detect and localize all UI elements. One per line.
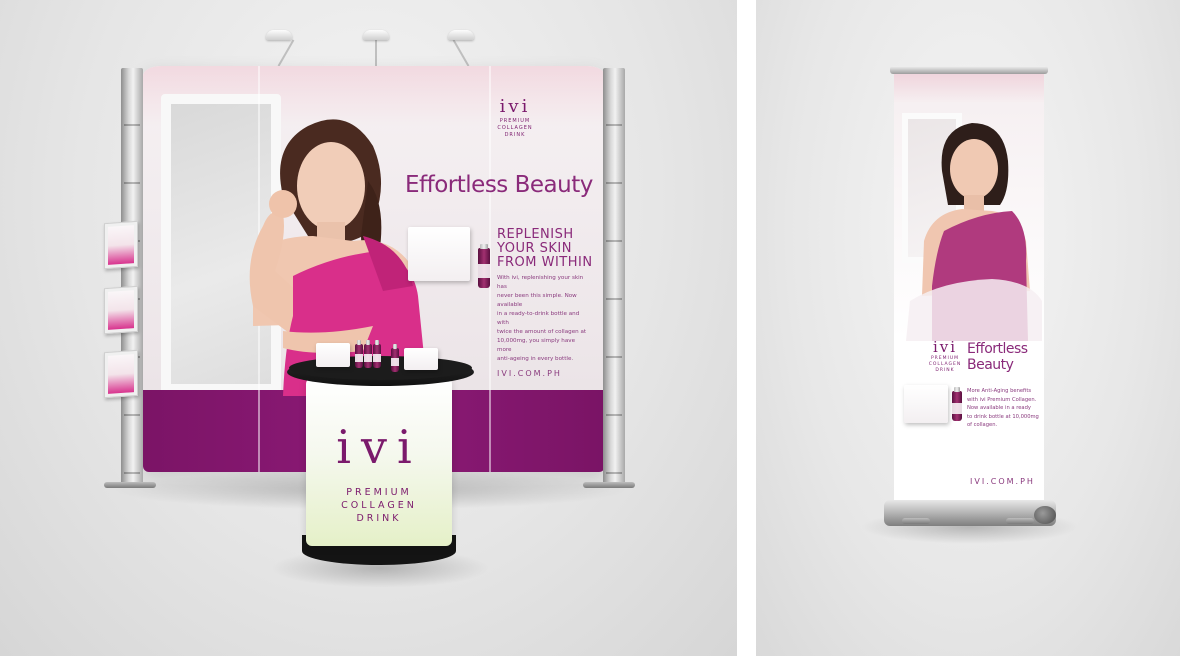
counter-product-box-right xyxy=(404,348,438,370)
banner-product-box xyxy=(904,385,948,423)
booth-logo-sub: PREMIUM COLLAGEN DRINK xyxy=(497,118,533,138)
booth-scene: ivi PREMIUM COLLAGEN DRINK Effortless Be… xyxy=(0,0,737,656)
banner-url: IVI.COM.PH xyxy=(970,477,1035,486)
booth-foot-left xyxy=(104,482,156,488)
banner-headline: Effortless Beauty xyxy=(967,341,1028,373)
banner-product-bottle xyxy=(952,387,962,421)
booth-headline: Effortless Beauty xyxy=(405,172,593,198)
booth-url: IVI.COM.PH xyxy=(497,369,562,378)
banner-foot-right xyxy=(1006,518,1034,524)
counter-bottle-4 xyxy=(391,344,399,372)
booth-tagline: REPLENISH YOUR SKIN FROM WITHIN xyxy=(497,227,593,270)
banner-top-light xyxy=(894,73,1044,103)
wall-mirror xyxy=(161,94,281,394)
brochure-rack-2 xyxy=(104,285,138,335)
booth-pole-right xyxy=(603,68,625,486)
banner-top-rail xyxy=(890,66,1048,74)
banner-logo-sub: PREMIUM COLLAGEN DRINK xyxy=(928,356,962,373)
booth-body-copy: With ivi, replenishing your skin has nev… xyxy=(497,275,587,362)
counter-logo-sub: PREMIUM COLLAGEN DRINK xyxy=(341,487,417,524)
brochure-rack-3 xyxy=(104,349,138,399)
wall-product-box xyxy=(408,227,470,281)
booth-foot-right xyxy=(583,482,635,488)
banner-logo: ivi xyxy=(932,338,958,356)
counter-bottle-3 xyxy=(373,340,381,368)
counter-product-box-left xyxy=(316,343,350,367)
counter-bottle-2 xyxy=(364,340,372,368)
banner-body-copy: More Anti-Aging benefits with ivi Premiu… xyxy=(967,388,1039,428)
counter-bottle-1 xyxy=(355,340,363,368)
booth-pole-left xyxy=(121,68,143,486)
brochure-rack-1 xyxy=(104,220,138,270)
banner-stand-cap xyxy=(1034,506,1056,524)
wall-product-bottle xyxy=(478,244,490,288)
booth-logo: ivi xyxy=(499,96,531,117)
banner-foot-left xyxy=(902,518,930,524)
banner-window xyxy=(902,113,962,263)
rollup-banner: ivi PREMIUM COLLAGEN DRINK Effortless Be… xyxy=(894,73,1044,500)
counter-logo: ivi xyxy=(336,420,422,474)
